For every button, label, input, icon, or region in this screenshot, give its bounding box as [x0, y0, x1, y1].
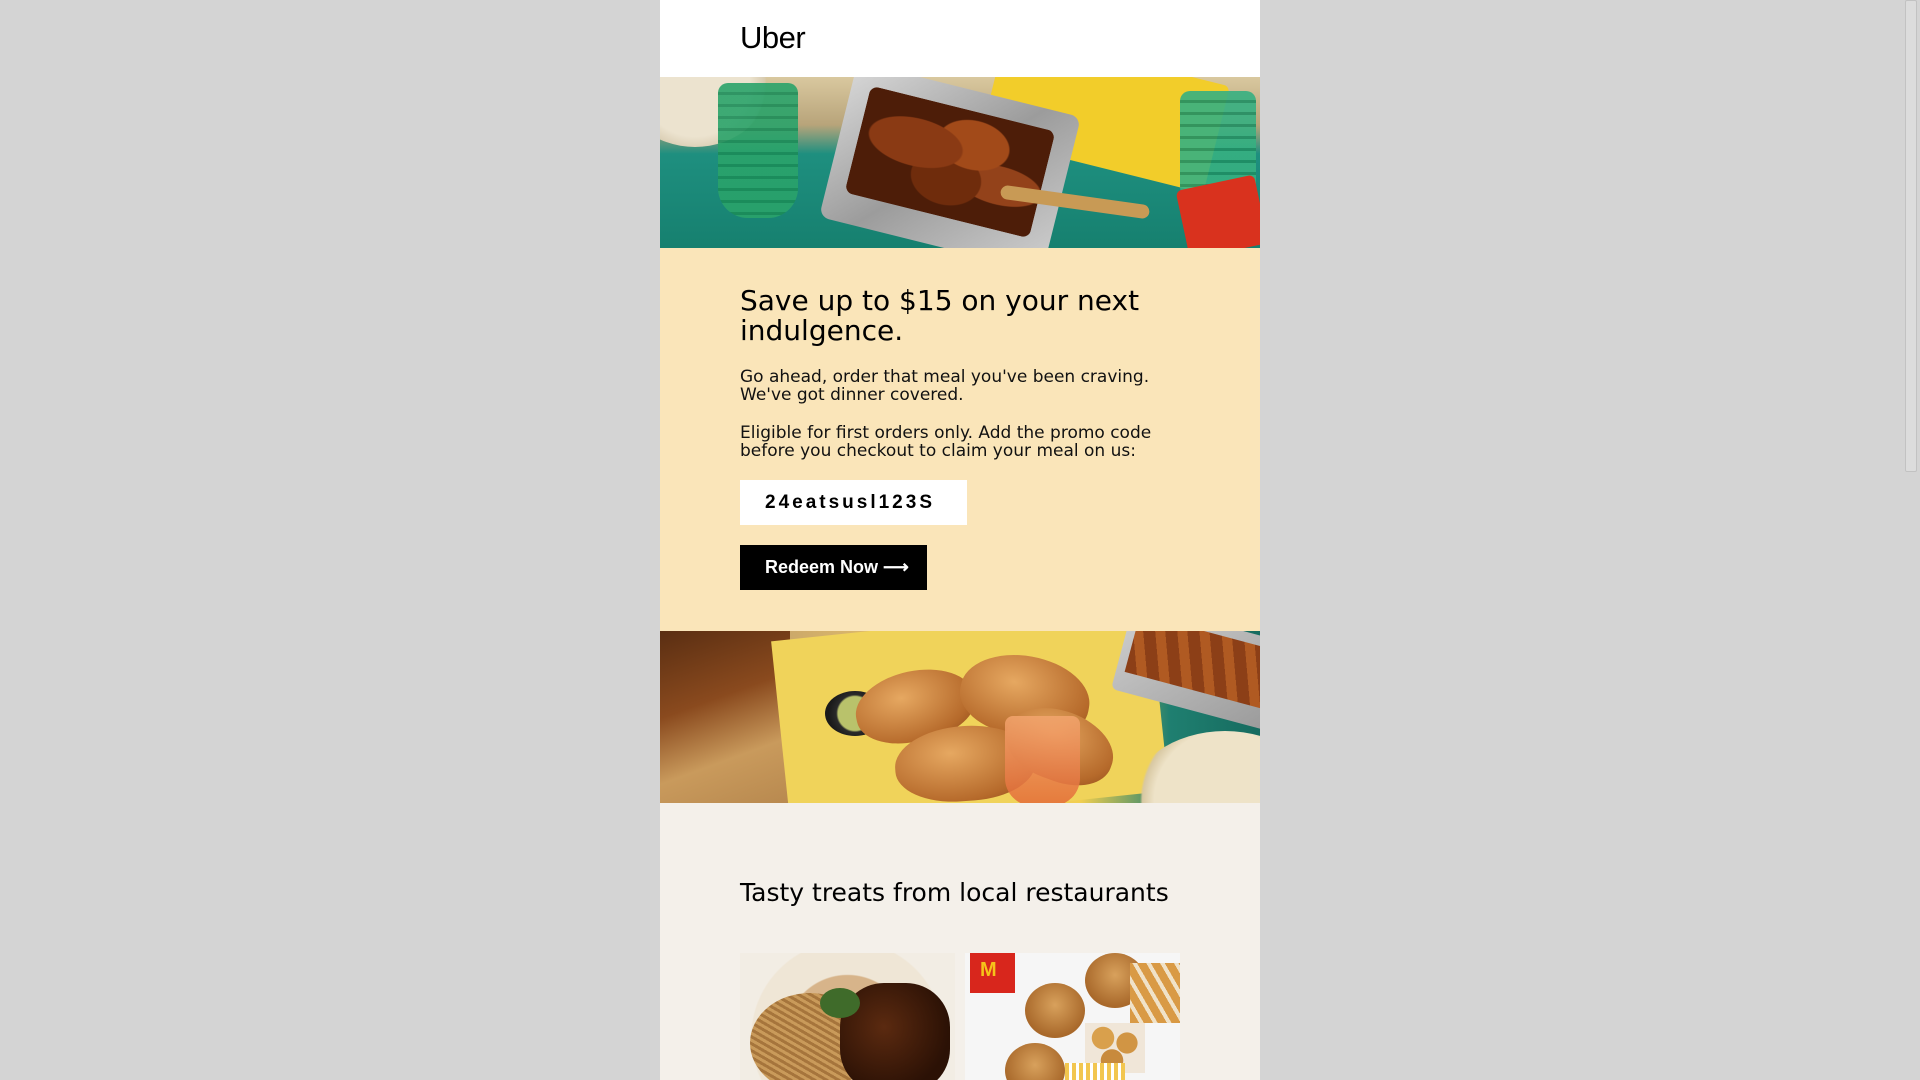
email-header: Uber: [660, 0, 1260, 77]
potato-wedges: [1130, 963, 1180, 1023]
treats-section: Tasty treats from local restaurants M: [660, 803, 1260, 1080]
orange-glass: [1005, 716, 1080, 803]
green-glass-left: [718, 83, 798, 218]
restaurant-card-mcdonalds[interactable]: M: [965, 953, 1180, 1080]
redeem-now-button[interactable]: Redeem Now ⟶: [740, 545, 927, 590]
vertical-scrollbar[interactable]: [1902, 0, 1920, 1080]
restaurant-card-noodles[interactable]: [740, 953, 955, 1080]
promo-code-box[interactable]: 24eatsusl123S: [740, 480, 967, 525]
treats-title: Tasty treats from local restaurants: [740, 878, 1169, 907]
burger: [1025, 983, 1085, 1038]
uber-logo[interactable]: Uber: [740, 20, 806, 56]
burger: [1005, 1043, 1065, 1080]
paper-bag: [660, 631, 790, 803]
promo-paragraph-2: Eligible for first orders only. Add the …: [740, 423, 1152, 461]
mcdonalds-logo-icon: M: [980, 959, 997, 981]
email-container: Uber Save up to $15 on your next indulge…: [660, 0, 1260, 1080]
scrollbar-thumb[interactable]: [1905, 0, 1917, 472]
fries: [1065, 1063, 1125, 1080]
promo-headline: Save up to $15 on your next indulgence.: [740, 284, 1140, 347]
herb-garnish: [820, 988, 860, 1018]
hero-image-wings: [660, 77, 1260, 248]
promo-section: Save up to $15 on your next indulgence. …: [660, 248, 1260, 631]
hero-image-empanadas: [660, 631, 1260, 803]
promo-paragraph-1: Go ahead, order that meal you've been cr…: [740, 367, 1150, 405]
